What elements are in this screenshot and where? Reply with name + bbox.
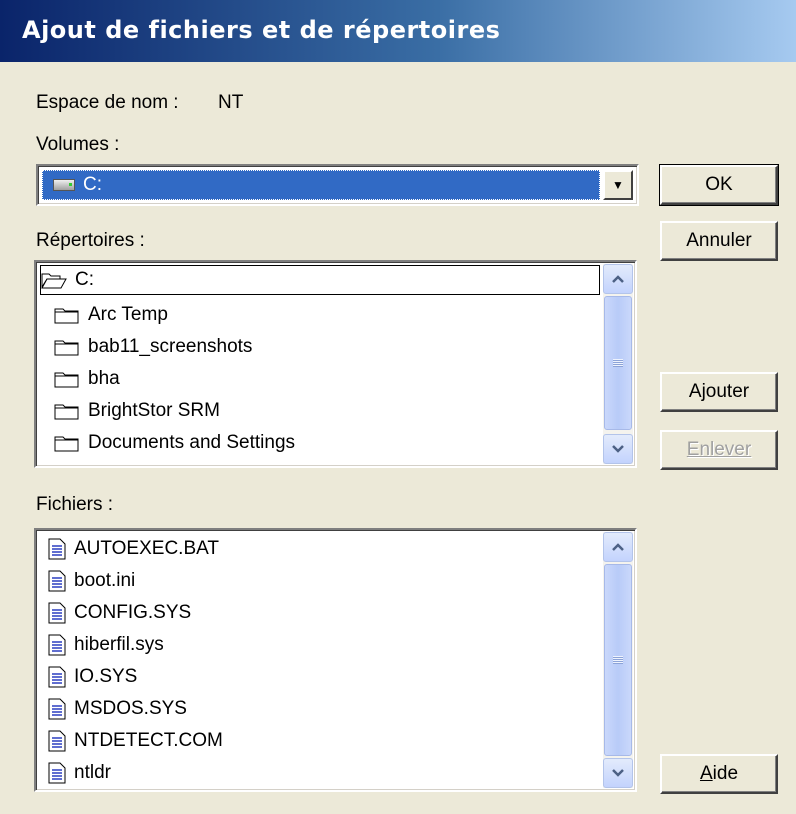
volume-selected-item[interactable]: C: [42,170,600,200]
directory-label: bha [88,368,120,389]
grip-icon [613,656,623,664]
file-item[interactable]: boot.ini [48,565,135,597]
directory-item[interactable]: Documents and Settings [54,427,295,459]
volumes-label: Volumes : [36,134,120,155]
help-label: ide [712,763,739,784]
directory-item[interactable]: Arc Temp [54,299,168,331]
volume-selected-label: C: [83,174,102,195]
file-label: IO.SYS [74,666,138,687]
combo-dropdown-button[interactable]: ▼ [603,170,633,200]
text-file-icon [48,602,66,624]
scroll-up-button[interactable] [603,264,633,294]
chevron-down-icon [612,769,624,777]
cancel-button[interactable]: Annuler [660,221,778,261]
text-file-icon [48,538,66,560]
file-label: CONFIG.SYS [74,602,192,623]
directory-label: BrightStor SRM [88,400,220,421]
remove-button[interactable]: Enlever [660,430,778,470]
directory-item-current[interactable]: C: [40,265,600,295]
namespace-label: Espace de nom : [36,92,179,113]
file-label: ntldr [74,762,111,783]
file-item[interactable]: ntldr [48,757,111,789]
remove-button-label: Enlever [686,439,752,460]
text-file-icon [48,698,66,720]
open-folder-icon [41,271,67,289]
scroll-down-button[interactable] [603,758,633,788]
help-mnemonic: A [699,763,713,784]
grip-icon [613,359,623,367]
scroll-up-button[interactable] [603,532,633,562]
file-item[interactable]: IO.SYS [48,661,137,693]
folder-icon [54,466,80,468]
directories-scrollbar[interactable] [603,264,633,464]
directory-item[interactable]: bab11_screenshots [54,331,252,363]
directory-item-partial[interactable] [54,459,88,468]
folder-icon [54,402,80,420]
text-file-icon [48,762,66,784]
text-file-icon [48,666,66,688]
text-file-icon [48,634,66,656]
directory-current-label: C: [75,269,94,290]
directory-label: bab11_screenshots [88,336,253,357]
file-item[interactable]: NTDETECT.COM [48,725,223,757]
directory-item[interactable]: BrightStor SRM [54,395,220,427]
files-label: Fichiers : [36,494,114,515]
file-label: boot.ini [74,570,136,591]
files-scrollbar[interactable] [603,532,633,788]
file-item[interactable]: hiberfil.sys [48,629,164,661]
directory-item[interactable]: bha [54,363,120,395]
add-button[interactable]: Ajouter [660,372,778,412]
chevron-up-icon [612,543,624,551]
scroll-thumb[interactable] [604,564,632,756]
folder-icon [54,370,80,388]
scroll-down-button[interactable] [603,434,633,464]
folder-icon [54,306,80,324]
namespace-value: NT [218,92,244,113]
chevron-down-icon: ▼ [612,178,624,192]
help-button[interactable]: Aide [660,754,778,794]
files-list[interactable]: AUTOEXEC.BAT boot.ini CONFIG.SYS hiberfi… [34,528,637,792]
directory-label: Documents and Settings [88,432,296,453]
file-label: AUTOEXEC.BAT [74,538,219,559]
folder-icon [54,434,80,452]
ok-button[interactable]: OK [659,164,779,206]
file-label: NTDETECT.COM [74,730,223,751]
window-title: Ajout de fichiers et de répertoires [22,16,501,44]
file-item[interactable]: CONFIG.SYS [48,597,191,629]
hard-drive-icon [53,179,75,191]
file-label: MSDOS.SYS [74,698,187,719]
directories-label: Répertoires : [36,230,145,251]
text-file-icon [48,570,66,592]
chevron-up-icon [612,275,624,283]
folder-icon [54,338,80,356]
volume-combo[interactable]: C: ▼ [36,164,639,206]
file-label: hiberfil.sys [74,634,164,655]
text-file-icon [48,730,66,752]
directories-list[interactable]: C: Arc Temp bab11_screenshots bha Bright… [34,260,637,468]
directory-label: Arc Temp [88,304,168,325]
file-item[interactable]: AUTOEXEC.BAT [48,533,219,565]
file-item[interactable]: MSDOS.SYS [48,693,187,725]
scroll-thumb[interactable] [604,296,632,430]
chevron-down-icon [612,445,624,453]
